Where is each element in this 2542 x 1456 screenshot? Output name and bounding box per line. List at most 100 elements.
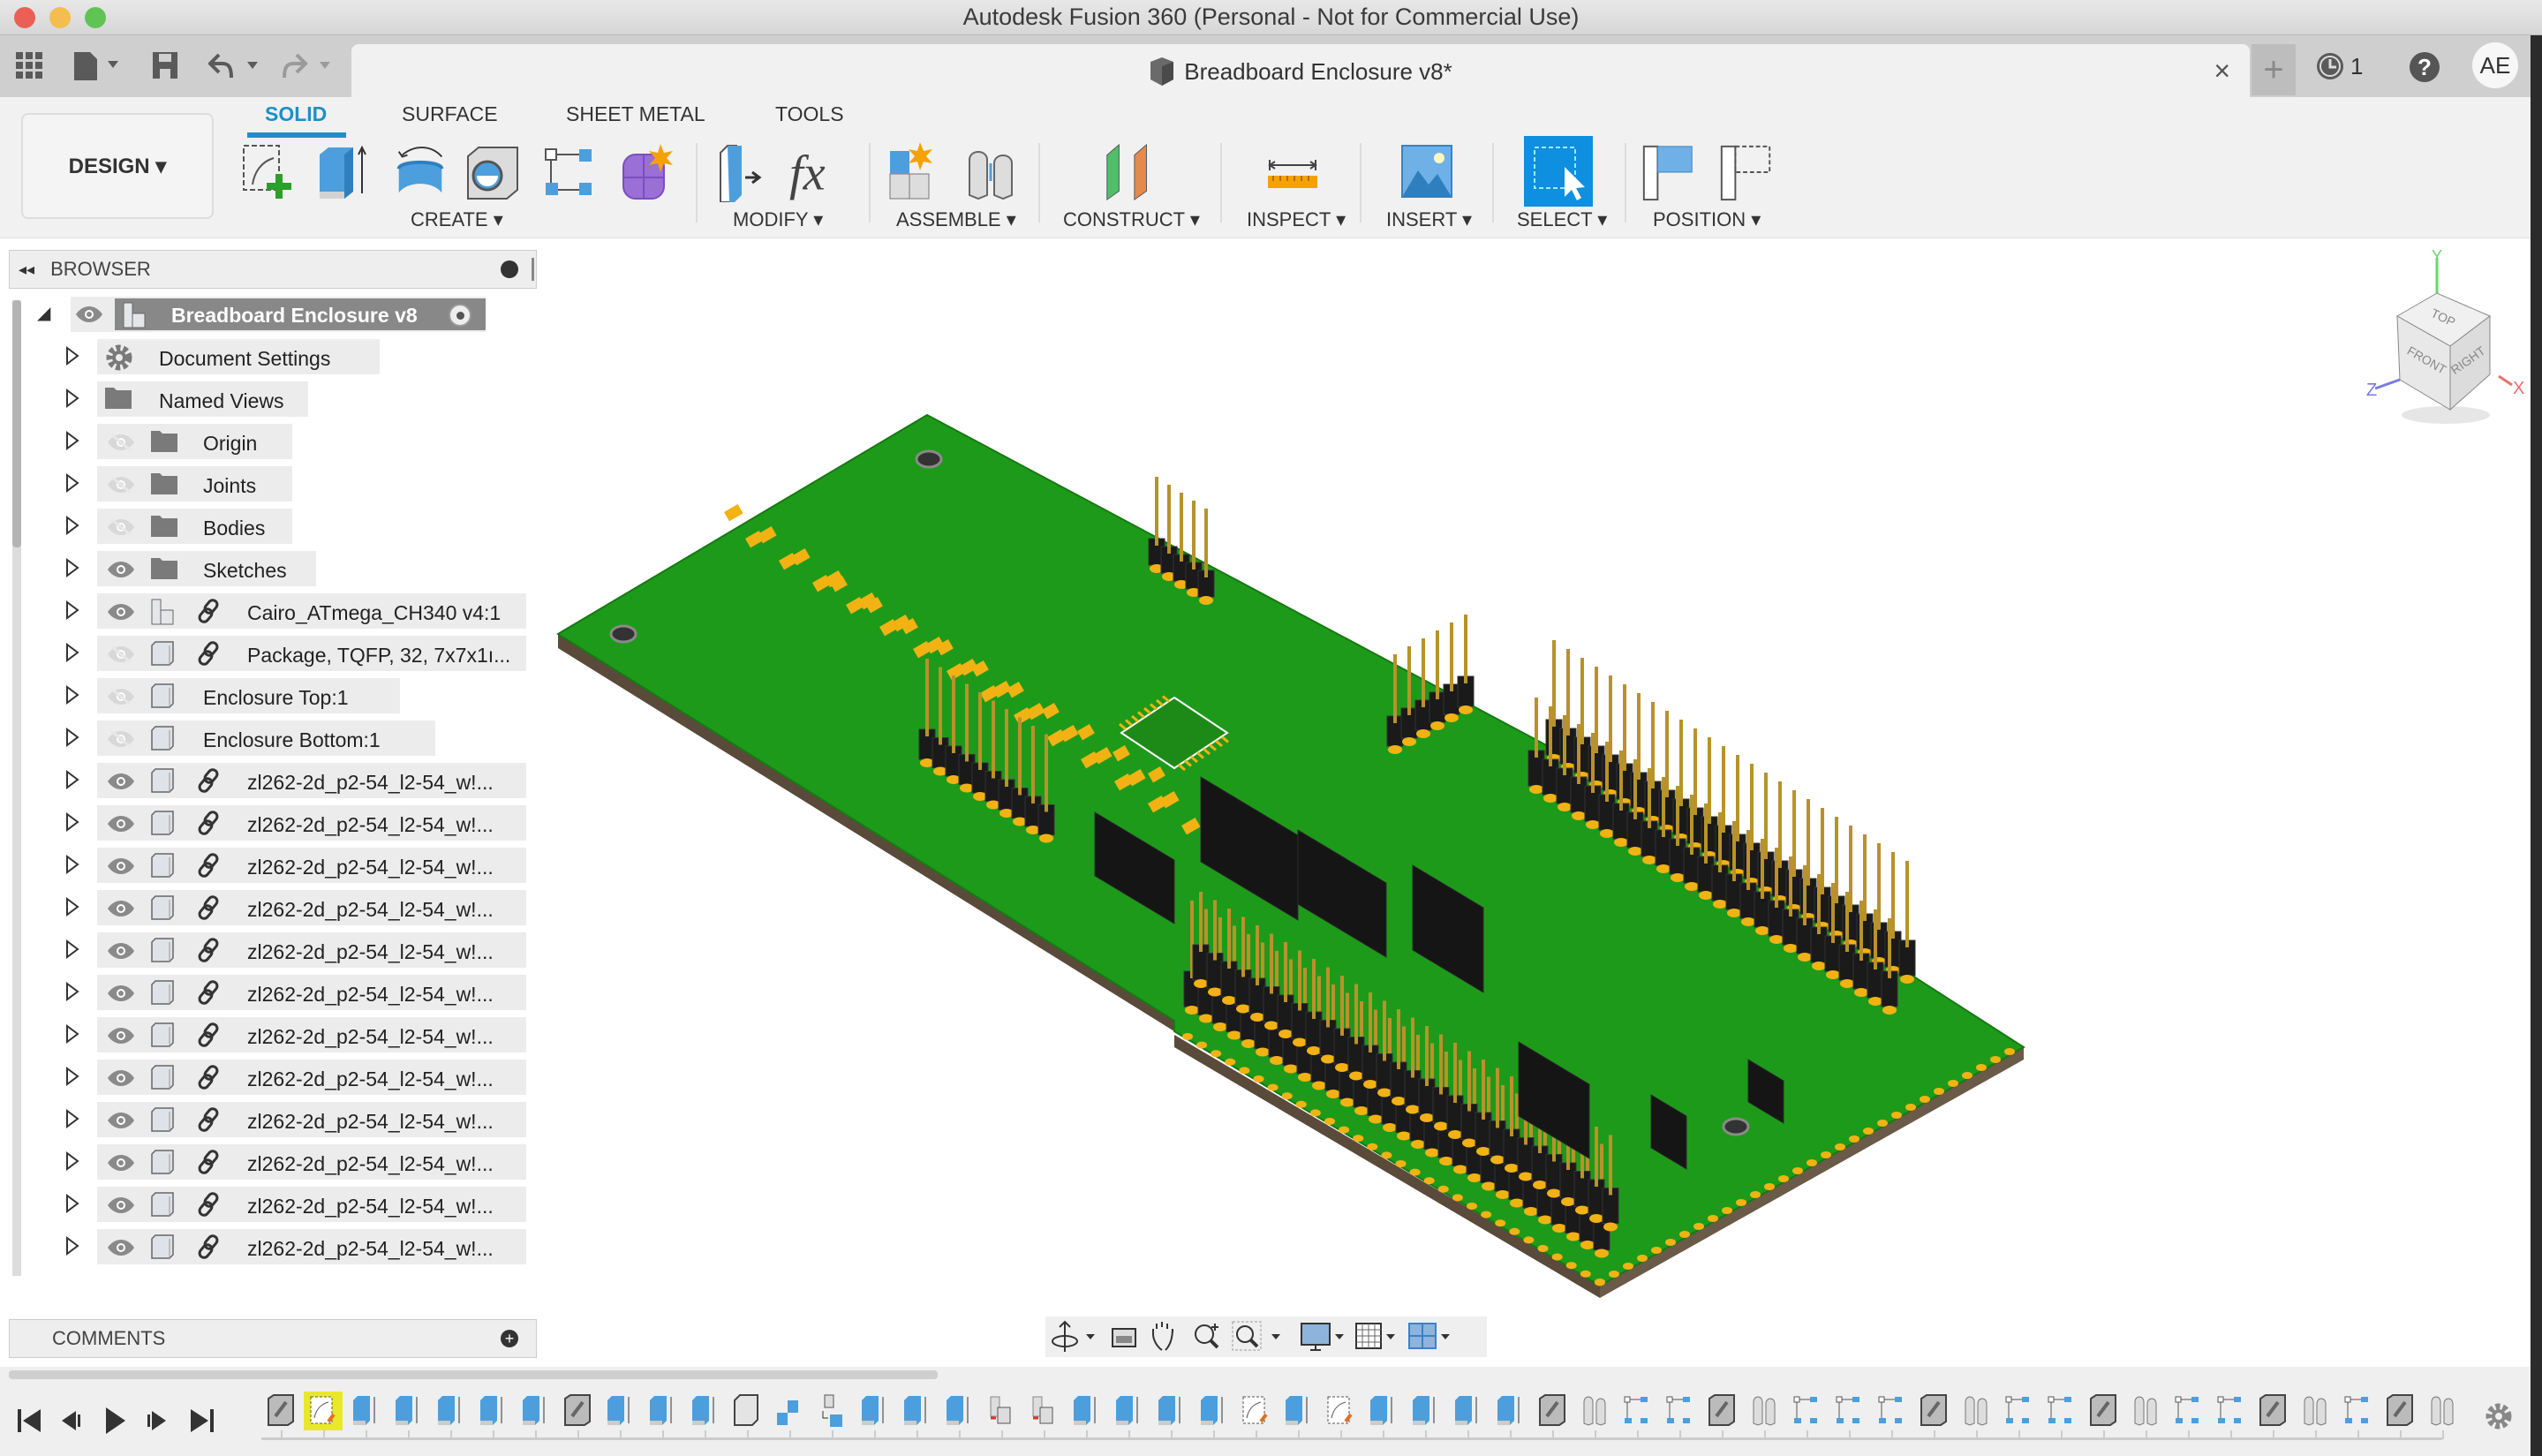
- timeline-feature-box[interactable]: [728, 1392, 766, 1430]
- assemble-group-label[interactable]: ASSEMBLE ▾: [896, 208, 1016, 231]
- expand-arrow-icon[interactable]: [65, 558, 79, 583]
- timeline-feature-extrude[interactable]: [685, 1392, 724, 1430]
- visibility-eye-icon[interactable]: [106, 729, 136, 749]
- browser-item[interactable]: Cairo_ATmega_CH340 v4:1: [0, 593, 539, 629]
- create-form-button[interactable]: [616, 141, 676, 203]
- timeline-feature-pattern[interactable]: [2338, 1392, 2377, 1430]
- pcb-model[interactable]: [556, 413, 2025, 1298]
- tab-sheet-metal[interactable]: SHEET METAL: [566, 102, 705, 126]
- modify-group-label[interactable]: MODIFY ▾: [733, 208, 823, 231]
- expand-arrow-icon[interactable]: [65, 1024, 79, 1049]
- browser-item[interactable]: zl262-2d_p2-54_l2-54_w!...: [0, 890, 539, 925]
- timeline-feature-component-copy[interactable]: [1024, 1392, 1063, 1430]
- zoom-button[interactable]: [1195, 1324, 1219, 1349]
- timeline-feature-rigid[interactable]: [1745, 1392, 1784, 1430]
- timeline-feature-extrude[interactable]: [939, 1392, 978, 1430]
- visibility-eye-icon[interactable]: [106, 1026, 136, 1044]
- document-tab[interactable]: Breadboard Enclosure v8* ×: [351, 44, 2250, 99]
- visibility-eye-icon[interactable]: [106, 645, 136, 664]
- timeline-feature-extrude[interactable]: [1363, 1392, 1402, 1430]
- offset-plane-button[interactable]: [1100, 141, 1160, 203]
- timeline-feature-extrude[interactable]: [1067, 1392, 1105, 1430]
- go-to-start-button[interactable]: [18, 1409, 41, 1432]
- browser-item[interactable]: Bodies: [0, 509, 539, 544]
- create-group-label[interactable]: CREATE ▾: [411, 208, 503, 231]
- browser-item[interactable]: Enclosure Bottom:1: [0, 720, 539, 756]
- maximize-window-button[interactable]: [85, 7, 106, 28]
- visibility-eye-icon[interactable]: [106, 772, 136, 789]
- visibility-eye-icon[interactable]: [106, 475, 136, 494]
- timeline-feature-pattern[interactable]: [2211, 1392, 2250, 1430]
- timeline-feature-joint[interactable]: [1914, 1392, 1953, 1430]
- expand-arrow-icon[interactable]: [65, 431, 79, 456]
- timeline-feature-extrude[interactable]: [1194, 1392, 1233, 1430]
- visibility-eye-icon[interactable]: [106, 602, 136, 620]
- visibility-eye-icon[interactable]: [74, 305, 104, 328]
- browser-item[interactable]: Named Views: [0, 381, 539, 417]
- step-forward-button[interactable]: [147, 1411, 166, 1430]
- visibility-eye-icon[interactable]: [106, 941, 136, 959]
- visibility-eye-icon[interactable]: [106, 856, 136, 874]
- look-at-button[interactable]: [1112, 1328, 1136, 1347]
- browser-item[interactable]: zl262-2d_p2-54_l2-54_w!...: [0, 763, 539, 798]
- timeline-feature-sketch-active[interactable]: [304, 1392, 343, 1430]
- timeline-feature-sketch[interactable]: [1236, 1392, 1275, 1430]
- tab-tools[interactable]: TOOLS: [775, 102, 844, 126]
- orbit-button[interactable]: [1052, 1320, 1078, 1352]
- timeline-feature-extrude[interactable]: [1448, 1392, 1487, 1430]
- browser-item[interactable]: zl262-2d_p2-54_l2-54_w!...: [0, 1060, 539, 1095]
- timeline-feature-pattern[interactable]: [2041, 1392, 2080, 1430]
- expand-arrow-icon[interactable]: [65, 1236, 79, 1261]
- timeline-feature-extrude[interactable]: [1406, 1392, 1444, 1430]
- expand-arrow-icon[interactable]: [65, 728, 79, 752]
- collapse-arrow-icon[interactable]: ◢: [37, 302, 50, 324]
- new-component-button[interactable]: [883, 141, 943, 203]
- timeline-feature-move[interactable]: [770, 1392, 809, 1430]
- select-group-label[interactable]: SELECT ▾: [1517, 208, 1607, 231]
- insert-canvas-button[interactable]: [1397, 141, 1457, 203]
- grid-snaps-button[interactable]: [1355, 1323, 1382, 1349]
- visibility-eye-icon[interactable]: [106, 1196, 136, 1213]
- tab-surface[interactable]: SURFACE: [402, 102, 498, 126]
- visibility-eye-icon[interactable]: [106, 687, 136, 706]
- minimize-window-button[interactable]: [49, 7, 71, 28]
- change-parameters-button[interactable]: fx: [788, 141, 848, 203]
- browser-item[interactable]: Package, TQFP, 32, 7x7x1ı...: [0, 636, 539, 671]
- press-pull-button[interactable]: [712, 141, 772, 203]
- view-cube[interactable]: Y Z X TOP FRONT RIGHT: [2349, 247, 2525, 433]
- redo-button[interactable]: [281, 48, 334, 83]
- timeline-feature-extrude[interactable]: [473, 1392, 512, 1430]
- joint-button[interactable]: [961, 141, 1021, 203]
- browser-item[interactable]: zl262-2d_p2-54_l2-54_w!...: [0, 1017, 539, 1052]
- timeline-feature-pattern[interactable]: [1999, 1392, 2038, 1430]
- step-back-button[interactable]: [62, 1411, 80, 1430]
- timeline-feature-rigid[interactable]: [1575, 1392, 1614, 1430]
- timeline-feature-extrude[interactable]: [388, 1392, 427, 1430]
- display-settings-button[interactable]: [1301, 1323, 1331, 1351]
- pattern-button[interactable]: [540, 141, 600, 203]
- expand-arrow-icon[interactable]: [65, 1151, 79, 1176]
- browser-item[interactable]: zl262-2d_p2-54_l2-54_w!...: [0, 975, 539, 1010]
- expand-arrow-icon[interactable]: [65, 897, 79, 922]
- timeline-feature-extrude[interactable]: [516, 1392, 554, 1430]
- new-tab-button[interactable]: +: [2252, 44, 2296, 95]
- timeline-scrollbar[interactable]: [9, 1370, 938, 1379]
- activate-radio-button[interactable]: [449, 304, 471, 327]
- timeline-feature-extrude[interactable]: [346, 1392, 385, 1430]
- timeline-feature-extrude[interactable]: [643, 1392, 682, 1430]
- close-window-button[interactable]: [14, 7, 35, 28]
- visibility-eye-icon[interactable]: [106, 560, 136, 577]
- timeline-feature-joint[interactable]: [1533, 1392, 1572, 1430]
- timeline-feature-rigid[interactable]: [2423, 1392, 2462, 1430]
- expand-arrow-icon[interactable]: [65, 1194, 79, 1218]
- timeline-feature-joint[interactable]: [1702, 1392, 1741, 1430]
- visibility-eye-icon[interactable]: [106, 1238, 136, 1256]
- job-status-button[interactable]: 1: [2315, 51, 2363, 81]
- orbit-dropdown-icon[interactable]: [1086, 1334, 1095, 1339]
- timeline-feature-pattern[interactable]: [1618, 1392, 1656, 1430]
- help-button[interactable]: ?: [2409, 51, 2440, 83]
- grid-dropdown-icon[interactable]: [1386, 1334, 1395, 1339]
- expand-arrow-icon[interactable]: [65, 770, 79, 795]
- visibility-eye-icon[interactable]: [106, 899, 136, 917]
- revert-position-button[interactable]: [1716, 141, 1776, 203]
